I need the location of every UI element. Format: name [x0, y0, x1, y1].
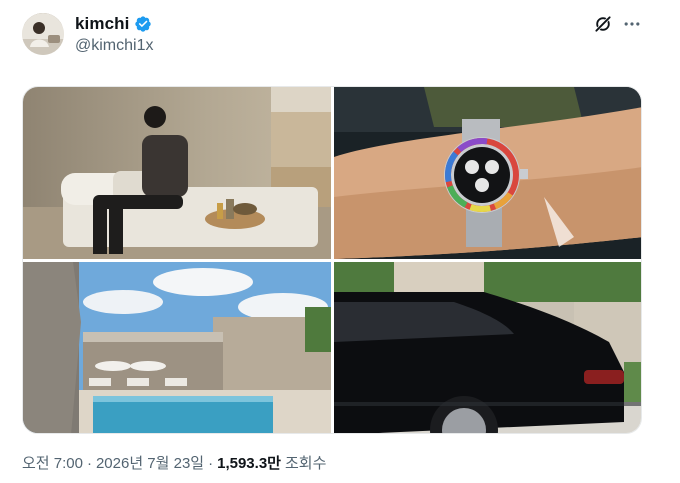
post-time: 오전 7:00 [22, 455, 83, 472]
avatar[interactable] [22, 13, 64, 55]
photo-pool-villa[interactable] [23, 262, 331, 433]
display-name[interactable]: kimchi [75, 14, 129, 34]
separator: · [86, 455, 92, 472]
photo-black-car[interactable] [334, 262, 641, 433]
post-date: 2026년 7월 23일 [95, 455, 205, 472]
post: kimchi @kimchi1x 오전 7:00 · 2026년 7월 23일 … [0, 0, 680, 483]
verified-badge-icon [135, 16, 152, 32]
views-label: 조회수 [284, 455, 327, 472]
more-dots-icon[interactable] [622, 14, 642, 34]
author-handle[interactable]: @kimchi1x [75, 37, 153, 55]
post-timestamp[interactable]: 오전 7:00 · 2026년 7월 23일 [22, 452, 204, 473]
media-grid [22, 86, 642, 434]
post-meta: 오전 7:00 · 2026년 7월 23일 · 1,593.3만 조회수 [22, 452, 326, 473]
grok-icon[interactable] [593, 14, 613, 34]
photo-man-sitting-on-bench[interactable] [23, 87, 331, 259]
author-name-row: kimchi [75, 14, 152, 34]
separator: · [208, 455, 214, 472]
views-count: 1,593.3만 [217, 455, 281, 472]
photo-rainbow-watch-on-wrist[interactable] [334, 87, 641, 259]
